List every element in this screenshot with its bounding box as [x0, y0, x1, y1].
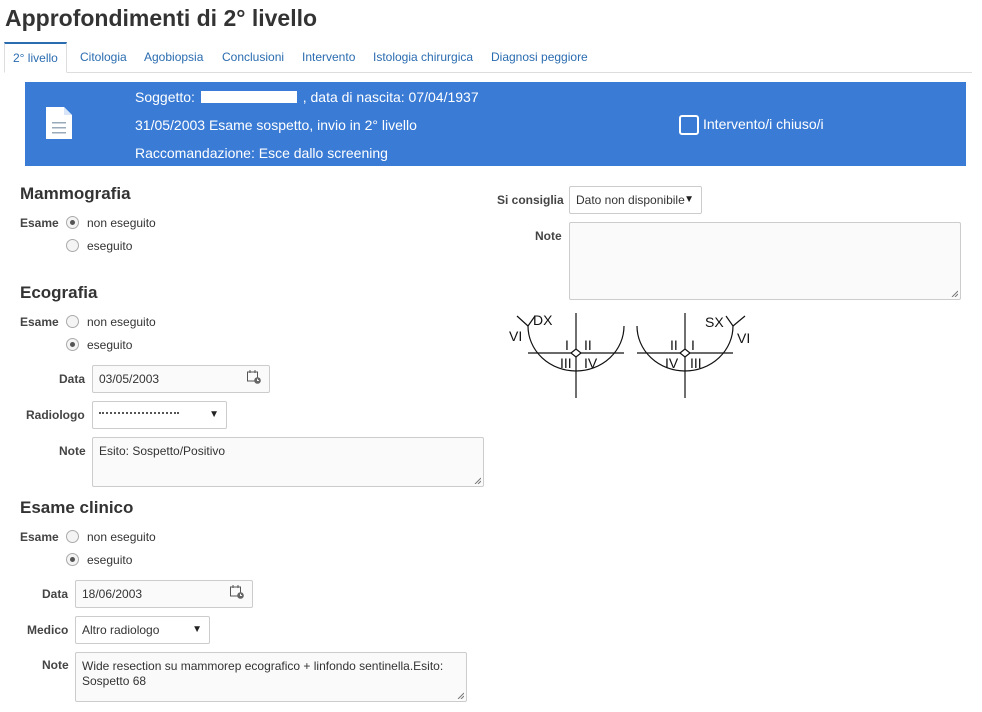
dx-label: DX — [533, 312, 553, 328]
medico-label: Medico — [27, 623, 69, 637]
left-q4-label[interactable]: IV — [665, 355, 679, 371]
mammografia-eseguito-radio[interactable]: eseguito — [66, 239, 132, 255]
tab-conclusioni[interactable]: Conclusioni — [222, 42, 284, 71]
radio-selected-icon — [66, 216, 79, 229]
mammografia-esame-label: Esame — [20, 216, 59, 230]
left-nipple-marker[interactable] — [679, 348, 691, 358]
radiologo-label: Radiologo — [26, 408, 85, 422]
ecografia-eseguito-radio[interactable]: eseguito — [66, 338, 132, 354]
ecografia-note-label: Note — [59, 444, 86, 458]
mammografia-title: Mammografia — [20, 184, 131, 203]
si-consiglia-label: Si consiglia — [497, 193, 564, 207]
tab-bar: 2° livello Citologia Agobiopsia Conclusi… — [4, 42, 972, 73]
resize-grip-icon[interactable] — [951, 290, 958, 297]
redacted-radiologo — [99, 412, 179, 420]
calendar-icon[interactable] — [247, 370, 261, 384]
tab-2-livello[interactable]: 2° livello — [4, 42, 67, 73]
tab-agobiopsia[interactable]: Agobiopsia — [144, 42, 203, 71]
radio-icon — [66, 530, 79, 543]
left-vi-label: VI — [737, 330, 750, 346]
esame-clinico-non-eseguito-radio[interactable]: non eseguito — [66, 530, 156, 546]
patient-header-panel: Soggetto: , data di nascita: 07/04/1937 … — [25, 82, 966, 166]
ecografia-note-textarea[interactable]: Esito: Sospetto/Positivo — [92, 437, 484, 487]
radio-selected-icon — [66, 338, 79, 351]
right-note-label: Note — [535, 229, 562, 243]
chevron-down-icon: ▼ — [209, 409, 219, 420]
radio-icon — [66, 239, 79, 252]
right-note-textarea[interactable] — [569, 222, 961, 300]
ecografia-date-input[interactable]: 03/05/2003 — [92, 365, 270, 393]
right-q2-label[interactable]: II — [584, 337, 592, 353]
esame-clinico-note-label: Note — [42, 658, 69, 672]
ecografia-title: Ecografia — [20, 283, 98, 302]
page-title: Approfondimenti di 2° livello — [5, 5, 318, 31]
esame-clinico-eseguito-radio[interactable]: eseguito — [66, 553, 132, 569]
left-q2-label[interactable]: II — [670, 337, 678, 353]
birth-date: , data di nascita: 07/04/1937 — [302, 89, 479, 105]
left-axilla-line — [732, 315, 746, 327]
subject-label: Soggetto: — [135, 89, 195, 105]
resize-grip-icon[interactable] — [457, 692, 464, 699]
right-q3-label[interactable]: III — [560, 355, 572, 371]
breast-quadrant-diagram[interactable]: DX VI SX VI I II III IV II I IV III — [505, 308, 755, 404]
radio-selected-icon — [66, 553, 79, 566]
scrollbar-track[interactable] — [972, 0, 982, 712]
right-vi-label: VI — [509, 328, 522, 344]
esame-clinico-date-input[interactable]: 18/06/2003 — [75, 580, 253, 608]
medico-select[interactable]: Altro radiologo ▼ — [75, 616, 210, 644]
esame-clinico-data-label: Data — [42, 587, 69, 601]
right-q4-label[interactable]: IV — [584, 355, 598, 371]
calendar-icon[interactable] — [230, 585, 244, 599]
intervento-chiuso-checkbox[interactable] — [679, 115, 699, 135]
exam-line: 31/05/2003 Esame sospetto, invio in 2° l… — [135, 117, 417, 133]
tab-intervento[interactable]: Intervento — [302, 42, 355, 71]
document-icon — [46, 107, 72, 139]
subject-line: Soggetto: , data di nascita: 07/04/1937 — [135, 89, 479, 105]
esame-clinico-note-textarea[interactable]: Wide resection su mammorep ecografico + … — [75, 652, 467, 702]
right-q1-label[interactable]: I — [565, 337, 569, 353]
tab-istologia-chirurgica[interactable]: Istologia chirurgica — [373, 42, 473, 71]
ecografia-non-eseguito-radio[interactable]: non eseguito — [66, 315, 156, 331]
redacted-name — [200, 91, 297, 103]
esame-clinico-esame-label: Esame — [20, 530, 59, 544]
left-q1-label[interactable]: I — [691, 337, 695, 353]
tab-diagnosi-peggiore[interactable]: Diagnosi peggiore — [491, 42, 588, 71]
chevron-down-icon: ▼ — [684, 194, 694, 205]
intervento-chiuso-label: Intervento/i chiuso/i — [703, 116, 824, 132]
left-axilla-line-2 — [725, 315, 734, 327]
si-consiglia-select[interactable]: Dato non disponibile ▼ — [569, 186, 702, 214]
radio-icon — [66, 315, 79, 328]
sx-label: SX — [705, 314, 724, 330]
mammografia-non-eseguito-radio[interactable]: non eseguito — [66, 216, 156, 232]
ecografia-esame-label: Esame — [20, 315, 59, 329]
recommendation-line: Raccomandazione: Esce dallo screening — [135, 145, 388, 161]
tab-citologia[interactable]: Citologia — [80, 42, 127, 71]
ecografia-data-label: Data — [59, 372, 86, 386]
right-nipple-marker[interactable] — [570, 348, 582, 358]
left-q3-label[interactable]: III — [690, 355, 702, 371]
radiologo-select[interactable]: ▼ — [92, 401, 227, 429]
resize-grip-icon[interactable] — [474, 477, 481, 484]
esame-clinico-title: Esame clinico — [20, 498, 134, 517]
right-axilla-line — [516, 315, 529, 327]
chevron-down-icon: ▼ — [192, 624, 202, 635]
